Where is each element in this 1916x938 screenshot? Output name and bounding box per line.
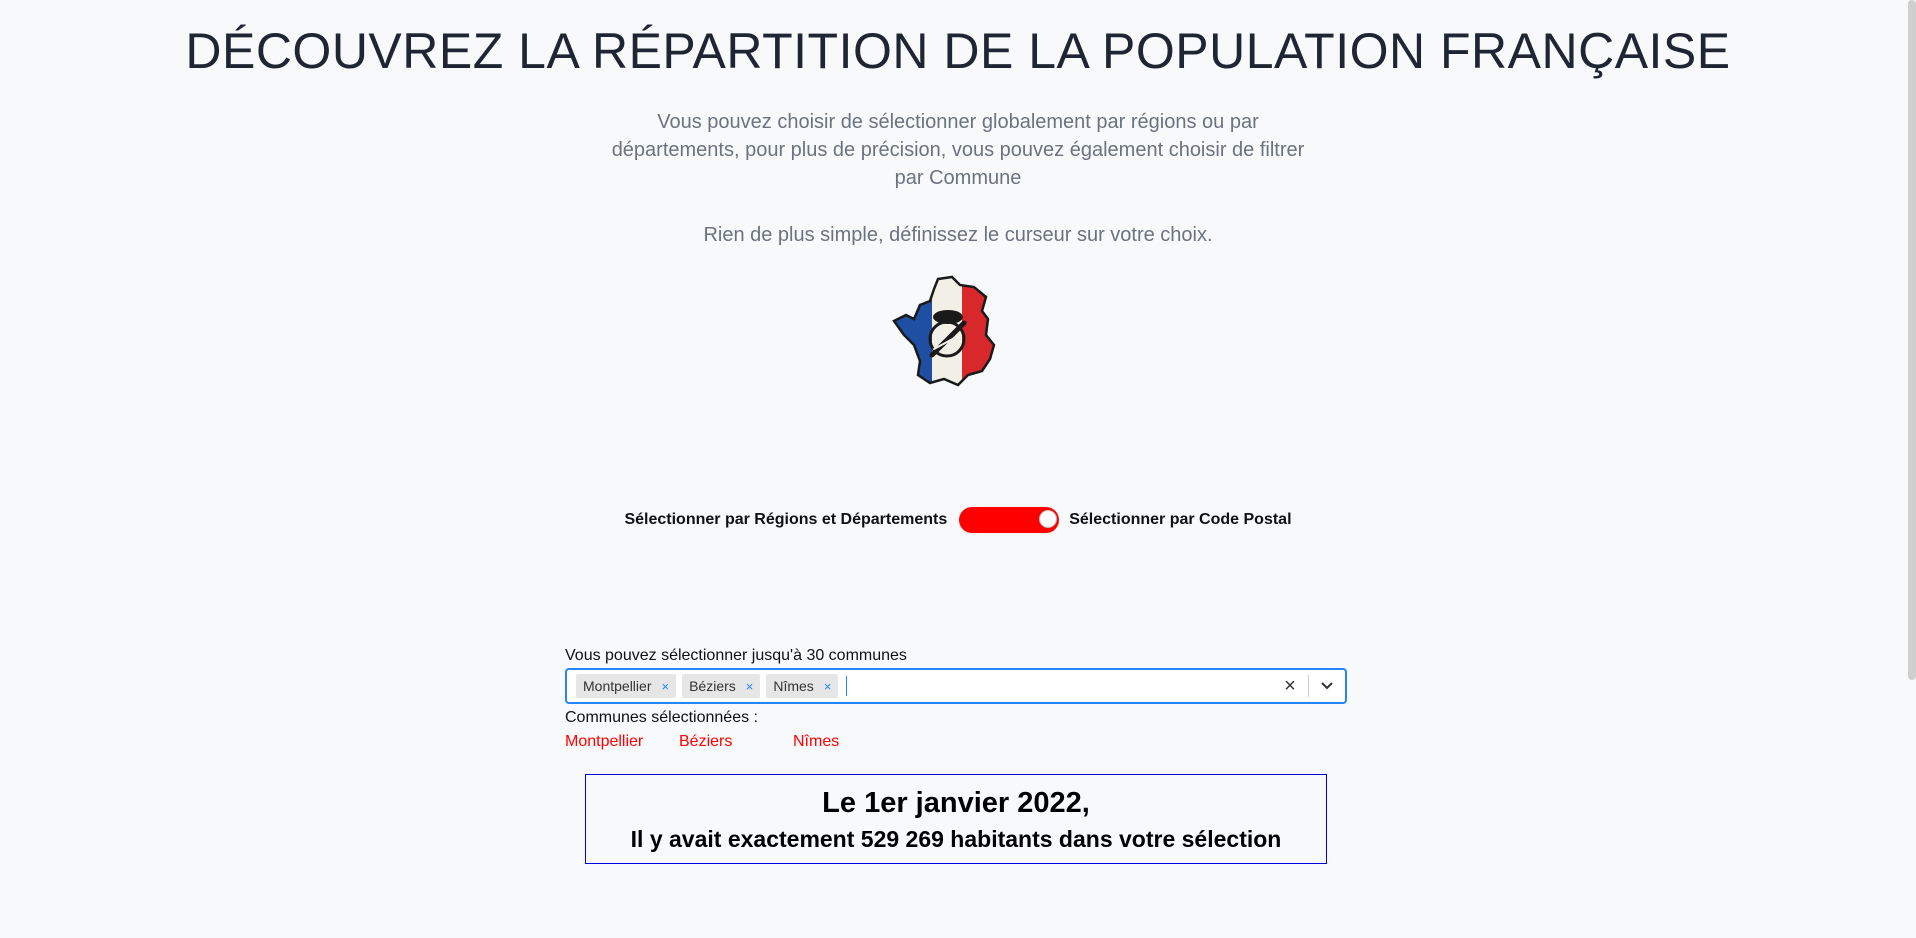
remove-tag-icon[interactable]: × xyxy=(820,679,839,694)
tag-beziers: Béziers × xyxy=(682,674,761,698)
instruction-text: Rien de plus simple, définissez le curse… xyxy=(703,224,1213,246)
selected-tags: Montpellier × Béziers × Nîmes × xyxy=(567,674,1272,698)
tag-montpellier: Montpellier × xyxy=(576,674,677,698)
tag-label: Béziers xyxy=(689,678,736,694)
result-population: Il y avait exactement 529 269 habitants … xyxy=(630,826,1282,852)
toggle-right-label: Sélectionner par Code Postal xyxy=(1069,511,1292,528)
selected-commune: Nîmes xyxy=(793,733,840,750)
france-logo-icon xyxy=(890,275,1010,390)
clear-all-icon[interactable]: × xyxy=(1272,675,1308,698)
communes-multiselect[interactable]: Montpellier × Béziers × Nîmes × × xyxy=(565,668,1347,704)
tag-label: Montpellier xyxy=(583,678,652,694)
population-result-box: Le 1er janvier 2022, Il y avait exacteme… xyxy=(585,774,1327,864)
page-title: DÉCOUVREZ LA RÉPARTITION DE LA POPULATIO… xyxy=(185,23,1731,79)
selected-commune: Montpellier xyxy=(565,733,644,750)
select-indicators: × xyxy=(1272,670,1345,702)
selection-mode-toggle-row: Sélectionner par Régions et Départements… xyxy=(0,504,1916,536)
intro-text: Vous pouvez choisir de sélectionner glob… xyxy=(611,111,1305,189)
result-date: Le 1er janvier 2022, xyxy=(822,787,1090,819)
tag-nimes: Nîmes × xyxy=(766,674,839,698)
switch-knob[interactable] xyxy=(1039,510,1058,528)
tag-label: Nîmes xyxy=(773,678,814,694)
remove-tag-icon[interactable]: × xyxy=(657,679,676,694)
toggle-left-label: Sélectionner par Régions et Départements xyxy=(624,511,948,528)
selected-communes-heading: Communes sélectionnées : xyxy=(565,709,758,726)
page-scrollbar[interactable] xyxy=(1908,0,1916,680)
remove-tag-icon[interactable]: × xyxy=(742,679,761,694)
chevron-down-icon[interactable] xyxy=(1309,681,1345,691)
selected-commune: Béziers xyxy=(679,733,733,750)
communes-select-label: Vous pouvez sélectionner jusqu'à 30 comm… xyxy=(565,647,907,664)
search-input-cursor[interactable] xyxy=(846,676,848,696)
selection-mode-switch[interactable] xyxy=(959,507,1060,533)
